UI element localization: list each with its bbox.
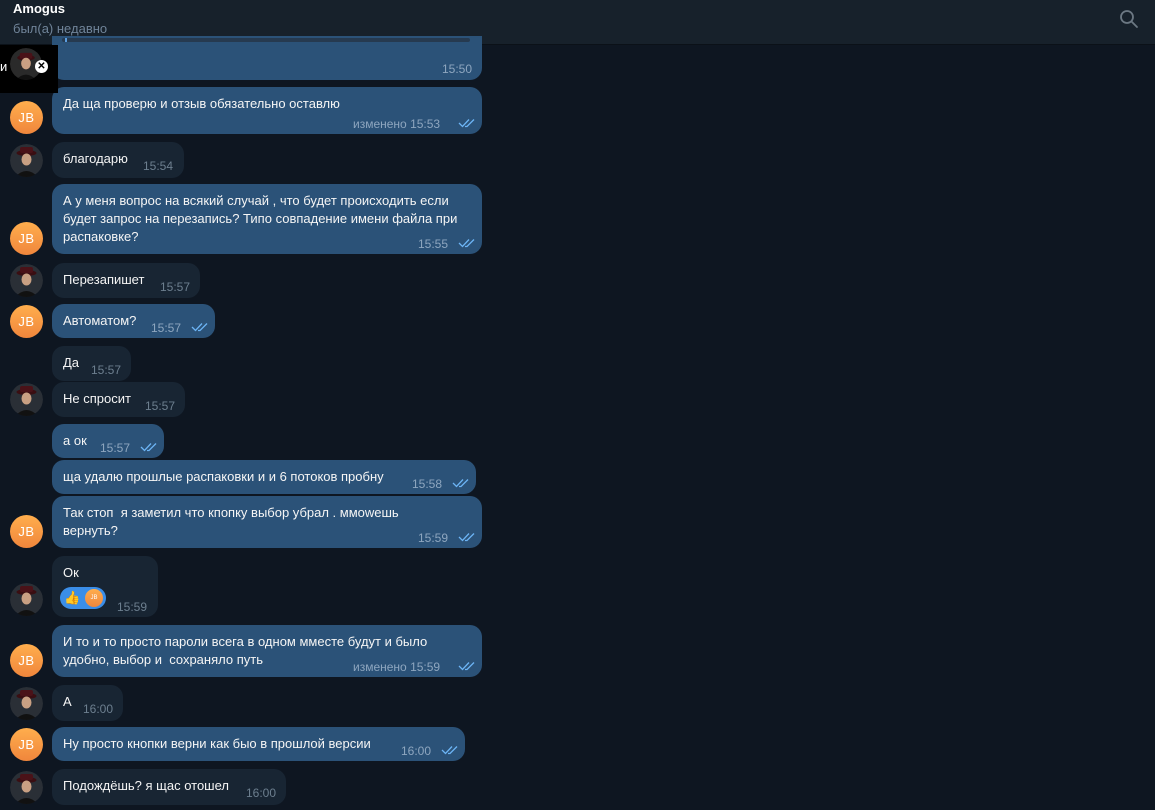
reaction-avatar: JB [85,589,103,607]
chat-title[interactable]: Amogus [13,1,65,16]
message-bubble[interactable]: Ну просто кнопки верни как быо в прошлой… [52,727,465,761]
message-text: а ок [63,433,87,448]
message-text: А [63,694,72,709]
avatar[interactable] [10,383,43,416]
message-bubble[interactable]: а ок 15:57 [52,424,164,458]
avatar[interactable] [10,771,43,804]
message-bubble[interactable]: Автоматом? 15:57 [52,304,215,338]
pip-overlay[interactable]: и ✕ [0,45,58,93]
message-text: ща удалю прошлые распаковки и и 6 потоко… [63,469,384,484]
reaction-chip[interactable]: 👍 JB [60,587,106,609]
message-time: 16:00 [83,702,114,716]
double-check-icon [140,443,157,452]
chat-status: был(а) недавно [13,21,108,36]
avatar[interactable]: JB [10,305,43,338]
message-bubble[interactable]: А у меня вопрос на всякий случай , что б… [52,184,482,254]
message-text: Автоматом? [63,313,137,328]
message-bubble[interactable]: И то и то просто пароли всега в одном мм… [52,625,482,677]
message-bubble[interactable]: Перезапишет 15:57 [52,263,200,298]
avatar[interactable]: JB [10,222,43,255]
message-time: 15:55 [418,237,449,251]
thumbs-up-icon: 👍 [64,590,81,605]
message-text: благодарю [63,151,128,166]
double-check-icon [458,533,475,542]
search-icon[interactable] [1118,8,1140,30]
double-check-icon [452,479,469,488]
message-time: 15:57 [160,280,191,294]
message-time: 16:00 [246,786,277,800]
message-time: 15:59 [418,531,449,545]
message-time: изменено 15:53 [353,117,441,131]
message-bubble[interactable]: благодарю 15:54 [52,142,184,178]
avatar[interactable]: JB [10,515,43,548]
message-text: Ок [63,565,79,580]
avatar[interactable] [10,687,43,720]
message-bubble[interactable]: Да 15:57 [52,346,131,381]
message-time: 15:57 [151,321,182,335]
avatar[interactable] [10,583,43,616]
message-time: 15:58 [412,477,443,491]
double-check-icon [458,119,475,128]
message-bubble[interactable]: ща удалю прошлые распаковки и и 6 потоко… [52,460,476,494]
message-text: Так стоп я заметил что кпопку выбор убра… [63,505,399,538]
message-time: 15:57 [91,363,122,377]
message-time: 16:00 [401,744,432,758]
message-bubble[interactable]: А 16:00 [52,685,123,721]
message-time: 15:57 [100,441,131,455]
message-time: 15:50 [442,62,473,76]
message-bubble[interactable]: 15:50 [52,36,482,80]
message-text: Подождёшь? я щас отошел [63,778,229,793]
message-bubble[interactable]: Ок 👍 JB 15:59 [52,556,158,617]
message-text: Не спросит [63,391,131,406]
message-time: изменено 15:59 [353,660,441,674]
reply-accent [65,38,67,42]
message-bubble[interactable]: Да ща проверю и отзыв обязательно оставл… [52,87,482,134]
message-bubble[interactable]: Так стоп я заметил что кпопку выбор убра… [52,496,482,548]
avatar[interactable] [10,144,43,177]
message-text: Да ща проверю и отзыв обязательно оставл… [63,96,340,111]
message-text: А у меня вопрос на всякий случай , что б… [63,193,458,244]
double-check-icon [441,746,458,755]
message-time: 15:57 [145,399,176,413]
message-time: 15:54 [143,159,174,173]
double-check-icon [458,662,475,671]
close-icon[interactable]: ✕ [35,60,48,73]
avatar[interactable]: JB [10,101,43,134]
message-bubble[interactable]: Подождёшь? я щас отошел 16:00 [52,769,286,805]
avatar[interactable]: JB [10,644,43,677]
avatar[interactable] [10,264,43,297]
message-time: 15:59 [117,600,148,614]
message-bubble[interactable]: Не спросит 15:57 [52,382,185,417]
message-text: Ну просто кнопки верни как быо в прошлой… [63,736,371,751]
avatar[interactable]: JB [10,728,43,761]
message-text: Да [63,355,80,370]
message-text: Перезапишет [63,272,145,287]
reply-preview [62,38,470,42]
double-check-icon [458,239,475,248]
pip-text: и [0,59,8,74]
double-check-icon [191,323,208,332]
